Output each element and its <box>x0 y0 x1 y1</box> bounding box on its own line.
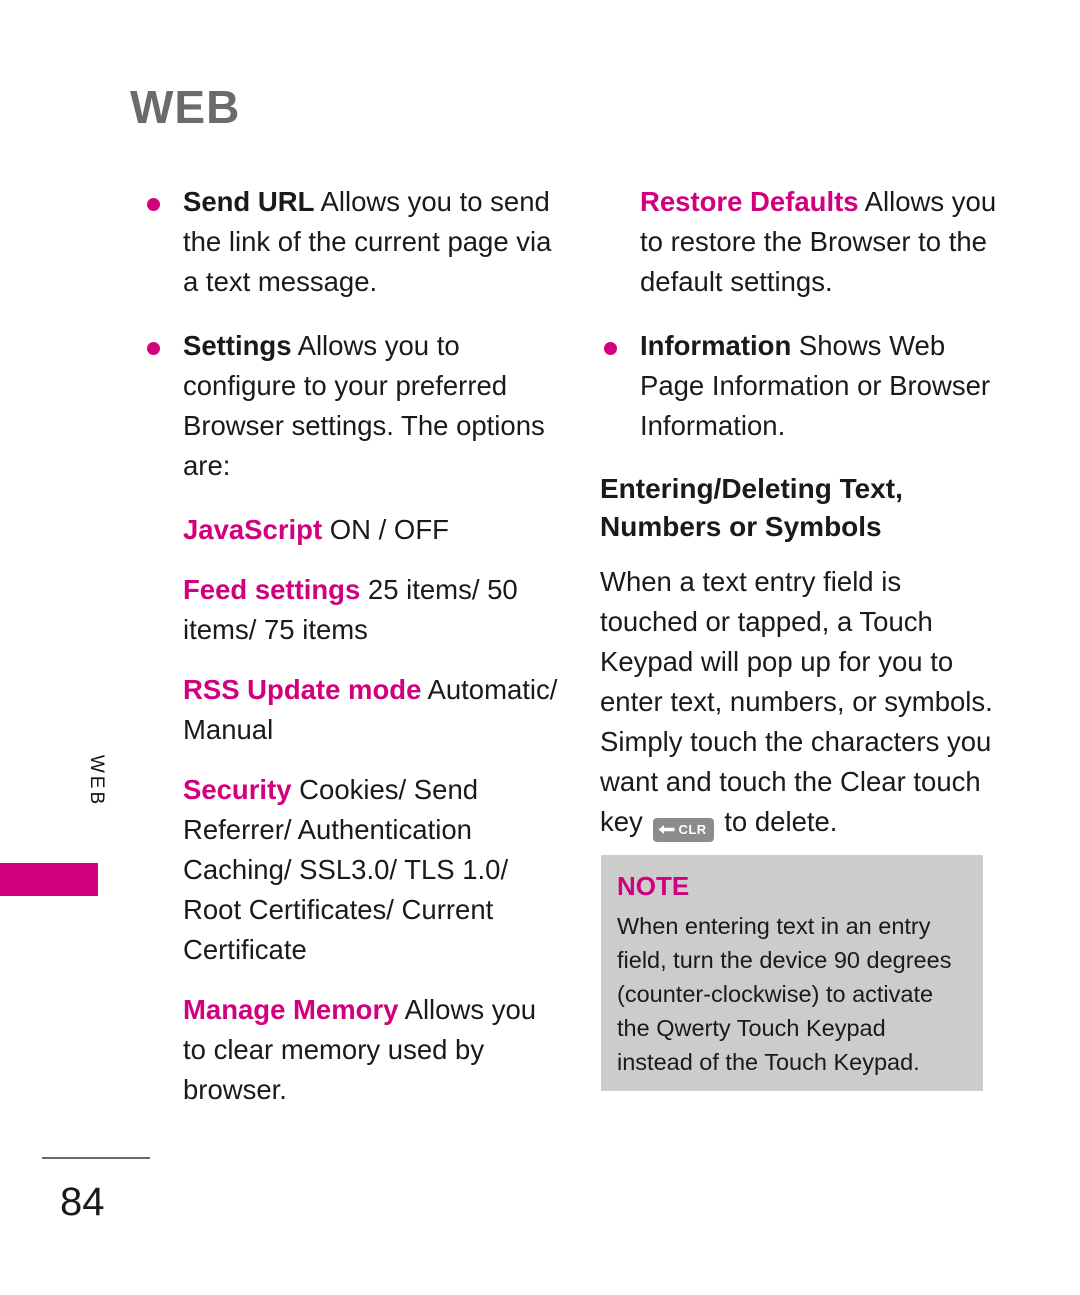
manage-memory-lead: Manage Memory <box>183 994 399 1025</box>
bullet-dot-icon <box>604 342 617 355</box>
page-number: 84 <box>60 1180 105 1224</box>
bullet-dot-icon <box>147 342 160 355</box>
list-item: Information Shows Web Page Information o… <box>600 326 998 446</box>
list-item: Send URL Allows you to send the link of … <box>143 182 563 302</box>
note-title: NOTE <box>617 871 690 901</box>
entering-text-paragraph: When a text entry field is touched or ta… <box>600 562 998 842</box>
setting-option-rss-update-mode: RSS Update mode Automatic/ Manual <box>143 670 563 750</box>
section-heading: Entering/Deleting Text, Numbers or Symbo… <box>600 473 903 542</box>
restore-defaults-item: Restore Defaults Allows you to restore t… <box>600 182 998 302</box>
setting-option-name: Feed settings <box>183 574 361 605</box>
left-column: Send URL Allows you to send the link of … <box>143 182 563 1134</box>
restore-defaults-lead: Restore Defaults <box>640 186 859 217</box>
setting-option-values: ON / OFF <box>322 514 449 545</box>
setting-option-name: JavaScript <box>183 514 323 545</box>
list-item: Settings Allows you to configure to your… <box>143 326 563 486</box>
list-item-lead: Information <box>640 330 792 361</box>
list-item-text: Information Shows Web Page Information o… <box>640 326 998 446</box>
footer-divider <box>42 1157 150 1159</box>
paragraph-part-after-key: to delete. <box>716 806 838 837</box>
manage-memory-text: Manage Memory Allows you to clear memory… <box>183 990 563 1110</box>
list-item-lead: Send URL <box>183 186 315 217</box>
list-item-lead: Settings <box>183 330 292 361</box>
setting-option-feed-settings: Feed settings 25 items/ 50 items/ 75 ite… <box>143 570 563 650</box>
setting-option-javascript: JavaScript ON / OFF <box>143 510 563 550</box>
manage-memory-item: Manage Memory Allows you to clear memory… <box>143 990 563 1110</box>
note-body: When entering text in an entry field, tu… <box>617 913 952 1075</box>
setting-option-name: RSS Update mode <box>183 674 422 705</box>
bullet-dot-icon <box>147 198 160 211</box>
list-item-text: Send URL Allows you to send the link of … <box>183 182 563 302</box>
page-title: WEB <box>130 81 241 133</box>
paragraph-part-before-key: When a text entry field is touched or ta… <box>600 566 993 837</box>
restore-defaults-text: Restore Defaults Allows you to restore t… <box>640 182 998 302</box>
clear-key-label: CLR <box>678 822 707 837</box>
side-tab-marker <box>0 863 98 896</box>
list-item-text: Settings Allows you to configure to your… <box>183 326 563 486</box>
setting-option-name: Security <box>183 774 292 805</box>
setting-option-security: Security Cookies/ Send Referrer/ Authent… <box>143 770 563 970</box>
clear-key-icon: CLR <box>653 818 714 842</box>
note-callout: NOTE When entering text in an entry fiel… <box>601 855 983 1091</box>
side-tab-label: WEB <box>86 754 107 808</box>
right-column: Restore Defaults Allows you to restore t… <box>600 182 998 848</box>
